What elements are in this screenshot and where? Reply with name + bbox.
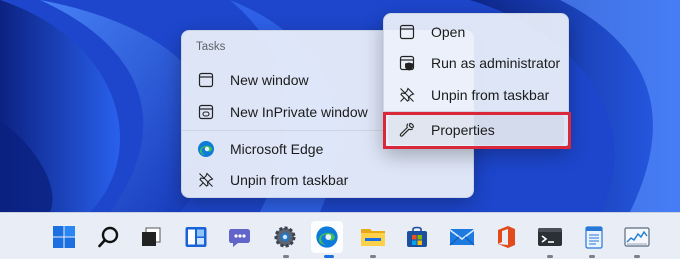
menu-item-open[interactable]: Open xyxy=(388,17,564,47)
mail-icon[interactable] xyxy=(446,221,478,253)
edge-icon[interactable] xyxy=(311,221,343,253)
microsoft-store-icon[interactable] xyxy=(401,221,433,253)
menu-item-label: Run as administrator xyxy=(431,55,561,71)
running-indicator xyxy=(634,255,640,258)
menu-item-label: Properties xyxy=(431,122,495,138)
widgets-icon[interactable] xyxy=(180,221,212,253)
menu-item-label: Unpin from taskbar xyxy=(431,87,550,103)
window-icon xyxy=(397,22,417,42)
menu-separator xyxy=(384,111,568,112)
running-indicator xyxy=(370,255,376,258)
notepad-icon[interactable] xyxy=(578,221,610,253)
menu-item-label: New InPrivate window xyxy=(230,104,368,120)
menu-item-unpin-from-taskbar[interactable]: Unpin from taskbar xyxy=(388,80,564,110)
menu-item-label: Microsoft Edge xyxy=(230,141,324,157)
app-context-menu: Open Run as administrator Unpin from tas… xyxy=(383,13,569,149)
settings-gear-icon[interactable] xyxy=(269,221,301,253)
task-view-icon[interactable] xyxy=(135,221,167,253)
menu-item-properties[interactable]: Properties xyxy=(388,115,564,145)
taskbar xyxy=(0,212,680,259)
unpin-icon xyxy=(196,170,216,190)
menu-item-label: Open xyxy=(431,24,466,40)
running-indicator xyxy=(589,255,595,258)
menu-item-unpin-from-taskbar[interactable]: Unpin from taskbar xyxy=(186,165,469,195)
file-explorer-icon[interactable] xyxy=(357,221,389,253)
office-icon[interactable] xyxy=(490,221,522,253)
search-icon[interactable] xyxy=(93,221,125,253)
terminal-icon[interactable] xyxy=(534,221,566,253)
menu-item-label: New window xyxy=(230,72,309,88)
shield-icon xyxy=(397,53,417,73)
menu-item-run-as-administrator[interactable]: Run as administrator xyxy=(388,48,564,78)
menu-item-label: Unpin from taskbar xyxy=(230,172,349,188)
running-indicator xyxy=(324,255,334,258)
running-indicator xyxy=(283,255,289,258)
jumplist-heading: Tasks xyxy=(196,41,226,53)
inprivate-window-icon xyxy=(196,102,216,122)
teams-chat-icon[interactable] xyxy=(225,221,257,253)
running-indicator xyxy=(547,255,553,258)
task-manager-icon[interactable] xyxy=(621,221,653,253)
window-icon xyxy=(196,70,216,90)
edge-icon xyxy=(196,139,216,159)
windows-start-icon[interactable] xyxy=(48,221,80,253)
unpin-icon xyxy=(397,85,417,105)
wrench-icon xyxy=(397,120,417,140)
